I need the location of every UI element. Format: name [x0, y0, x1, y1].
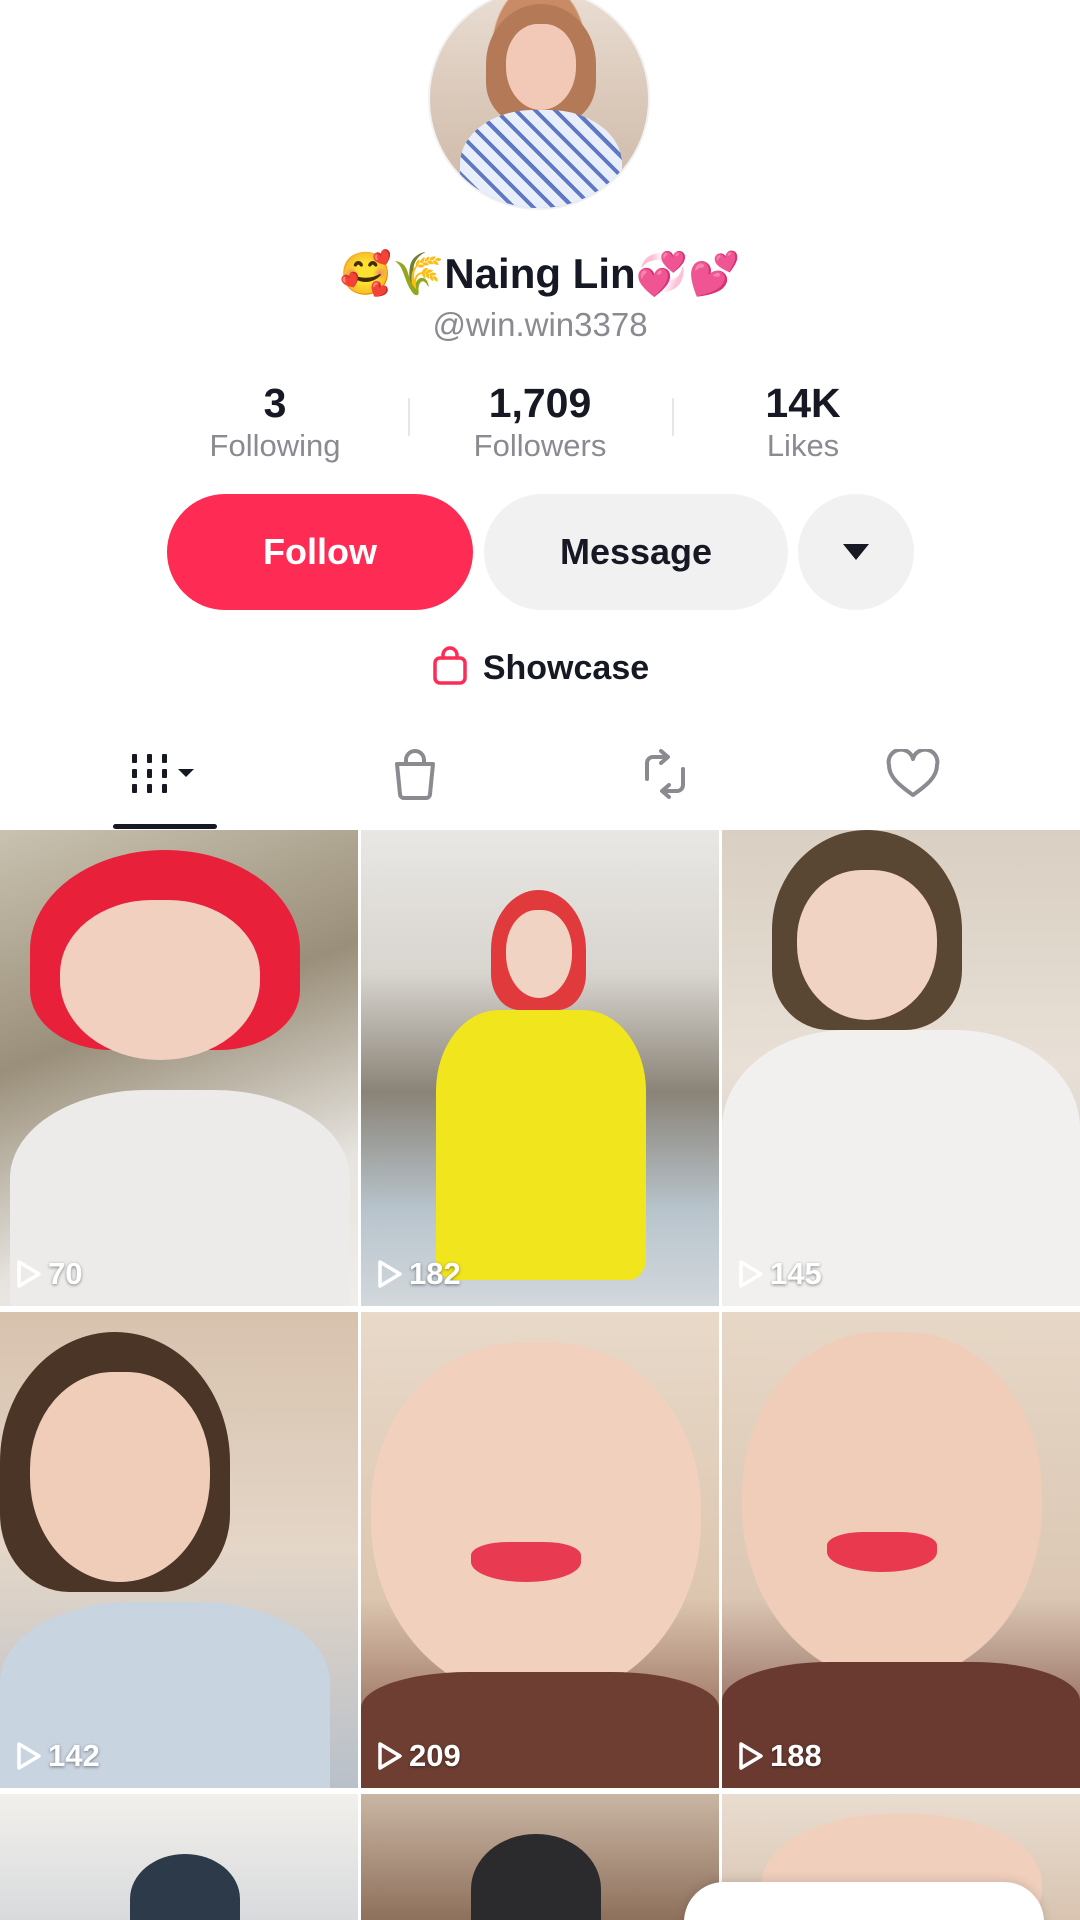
- caret-down-icon: [843, 544, 869, 560]
- message-button[interactable]: Message: [484, 494, 788, 610]
- content-tabs: [0, 740, 1080, 830]
- video-thumbnail[interactable]: [361, 1794, 719, 1920]
- stat-following-label: Following: [209, 428, 341, 463]
- play-icon: [17, 1260, 41, 1288]
- stat-likes-label: Likes: [766, 428, 840, 463]
- username-handle: @win.win3378: [432, 306, 648, 343]
- stat-followers[interactable]: 1,709 Followers: [420, 380, 660, 466]
- view-count: 188: [738, 1738, 822, 1774]
- play-icon: [378, 1742, 402, 1770]
- view-count: 182: [377, 1256, 461, 1292]
- avatar-shirt: [460, 110, 622, 208]
- thumbnail-face: [797, 870, 937, 1020]
- thumbnail-face: [506, 910, 572, 998]
- stat-following[interactable]: 3 Following: [155, 380, 395, 466]
- bottom-popup[interactable]: [684, 1882, 1044, 1920]
- shopping-bag-icon: [431, 646, 469, 691]
- view-count-value: 188: [770, 1738, 822, 1773]
- view-count-value: 142: [48, 1738, 100, 1773]
- follow-button[interactable]: Follow: [167, 494, 473, 610]
- thumbnail-face: [371, 1342, 701, 1702]
- view-count: 70: [16, 1256, 82, 1292]
- play-icon: [739, 1260, 763, 1288]
- view-count: 142: [16, 1738, 100, 1774]
- play-icon: [739, 1742, 763, 1770]
- tab-videos[interactable]: [115, 740, 215, 812]
- video-thumbnail[interactable]: [0, 1794, 358, 1920]
- video-thumbnail[interactable]: 188: [722, 1312, 1080, 1788]
- display-name: 🥰🌾Naing Lin💞💕: [339, 250, 741, 297]
- profile-stats: 3 Following 1,709 Followers 14K Likes: [0, 380, 1080, 480]
- thumbnail-lips: [471, 1542, 581, 1582]
- stat-divider: [672, 398, 674, 436]
- view-count-value: 182: [409, 1256, 461, 1291]
- repost-icon: [637, 748, 693, 804]
- thumbnail-hair: [471, 1834, 601, 1920]
- stat-likes-count: 14K: [765, 380, 841, 426]
- stat-followers-label: Followers: [473, 428, 607, 463]
- thumbnail-jersey: [436, 1010, 646, 1280]
- stat-divider: [408, 398, 410, 436]
- tab-shop[interactable]: [375, 740, 455, 812]
- video-thumbnail[interactable]: 70: [0, 830, 358, 1306]
- more-options-button[interactable]: [798, 494, 914, 610]
- play-icon: [378, 1260, 402, 1288]
- thumbnail-face: [30, 1372, 210, 1582]
- thumbnail-lips: [827, 1532, 937, 1572]
- tab-reposts[interactable]: [625, 740, 705, 812]
- showcase-label: Showcase: [482, 649, 650, 687]
- thumbnail-face: [742, 1332, 1042, 1682]
- video-thumbnail[interactable]: 145: [722, 830, 1080, 1306]
- profile-avatar[interactable]: [428, 0, 650, 210]
- thumbnail-hair: [130, 1854, 240, 1920]
- stat-likes[interactable]: 14K Likes: [683, 380, 923, 466]
- video-thumbnail[interactable]: 182: [361, 830, 719, 1306]
- video-thumbnail[interactable]: 142: [0, 1312, 358, 1788]
- view-count: 209: [377, 1738, 461, 1774]
- profile-page: 🥰🌾Naing Lin💞💕 @win.win3378 3 Following 1…: [0, 0, 1080, 1920]
- avatar-face: [506, 24, 576, 110]
- play-icon: [17, 1742, 41, 1770]
- heart-icon: [885, 747, 941, 804]
- view-count-value: 209: [409, 1738, 461, 1773]
- view-count: 145: [738, 1256, 822, 1292]
- video-thumbnail[interactable]: 209: [361, 1312, 719, 1788]
- tab-selected-indicator: [113, 824, 217, 829]
- tab-liked[interactable]: [873, 740, 953, 812]
- stat-following-count: 3: [263, 380, 287, 426]
- view-count-value: 70: [48, 1256, 83, 1291]
- thumbnail-face: [60, 900, 260, 1060]
- shopping-bag-icon: [390, 748, 440, 805]
- showcase-link[interactable]: Showcase: [0, 646, 1080, 691]
- view-count-value: 145: [770, 1256, 822, 1291]
- grid-icon: [128, 750, 202, 803]
- stat-followers-count: 1,709: [488, 380, 592, 426]
